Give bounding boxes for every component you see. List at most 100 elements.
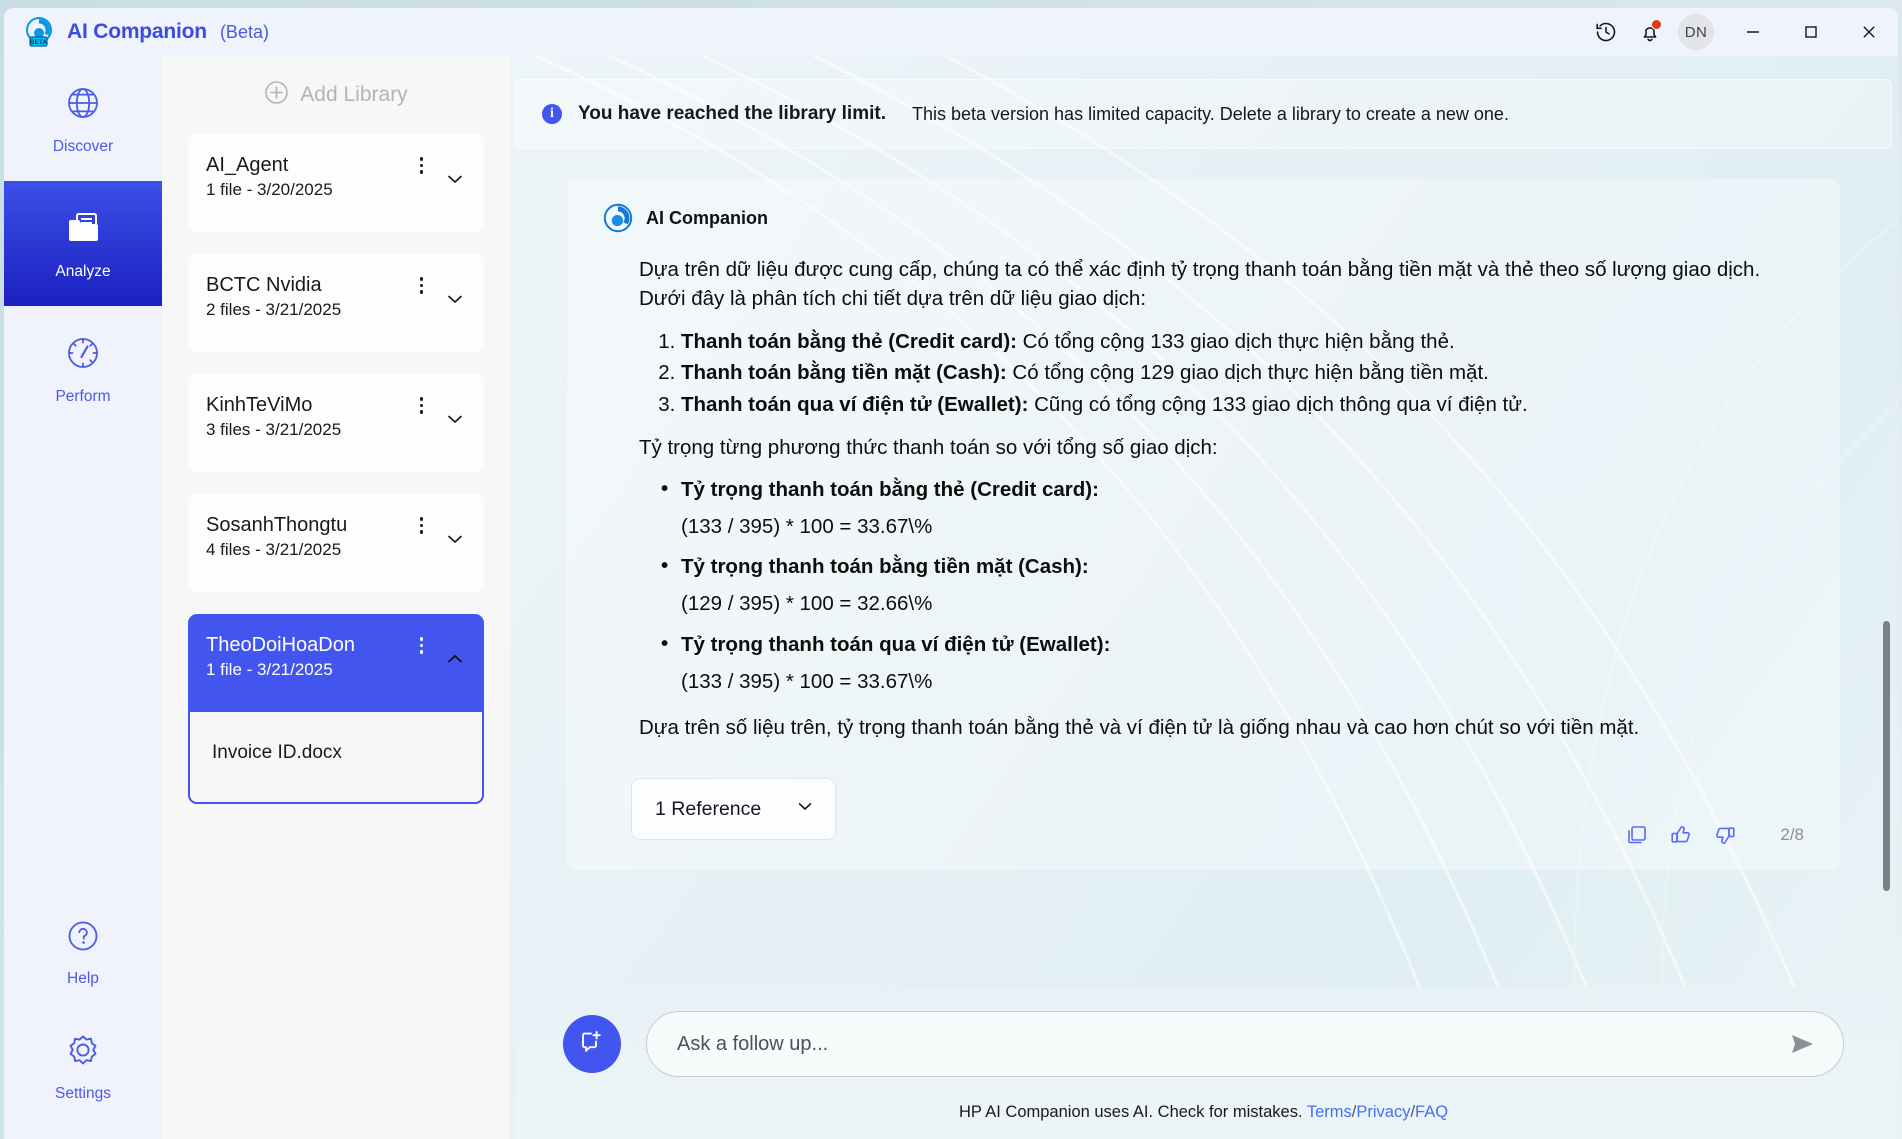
library-name: AI_Agent — [206, 154, 289, 176]
library-options-icon[interactable] — [417, 634, 427, 657]
sidebar-item-label: Analyze — [55, 262, 111, 280]
reference-label: 1 Reference — [655, 797, 762, 820]
sidebar-item-label: Perform — [55, 387, 111, 405]
app-title: AI Companion — [67, 20, 207, 43]
list-item: Thanh toán bằng tiền mặt (Cash): Có tổng… — [681, 357, 1804, 388]
message-page-count: 2/8 — [1780, 825, 1804, 845]
library-options-icon[interactable] — [417, 274, 427, 297]
history-icon[interactable] — [1584, 8, 1628, 56]
window-chrome: BETA AI Companion (Beta) DN Discover Ana… — [4, 8, 1898, 1139]
navigation-rail: Discover Analyze Perform Help Settings — [4, 56, 162, 1139]
faq-link[interactable]: FAQ — [1415, 1103, 1448, 1121]
library-files-list: Invoice ID.docx — [188, 712, 484, 804]
library-name: KinhTeViMo — [206, 394, 313, 416]
library-meta: 3 files - 3/21/2025 — [206, 420, 342, 439]
list-item: Tỷ trọng thanh toán bằng thẻ (Credit car… — [661, 474, 1804, 506]
beta-tag: (Beta) — [219, 21, 269, 42]
message-conclusion: Dựa trên số liệu trên, tỷ trọng thanh to… — [639, 716, 1640, 740]
vertical-scrollbar[interactable] — [1883, 621, 1890, 891]
sidebar-item-settings[interactable]: Settings — [4, 1014, 162, 1139]
library-options-icon[interactable] — [417, 394, 427, 417]
message-author: AI Companion — [646, 207, 768, 228]
list-item: Thanh toán bằng thẻ (Credit card): Có tổ… — [681, 326, 1804, 357]
library-meta: 1 file - 3/21/2025 — [206, 660, 333, 679]
chevron-down-icon[interactable] — [444, 168, 466, 190]
chevron-down-icon — [795, 796, 815, 822]
gauge-icon — [62, 332, 104, 379]
sidebar-item-label: Discover — [52, 137, 114, 155]
follow-up-input-wrapper[interactable] — [646, 1011, 1844, 1077]
list-item[interactable]: Invoice ID.docx — [212, 742, 460, 764]
list-item-rest: Có tổng cộng 129 giao dịch thực hiện bằn… — [1006, 361, 1489, 385]
assistant-message-card: AI Companion Dựa trên dữ liệu được cung … — [567, 179, 1840, 871]
chevron-down-icon[interactable] — [444, 408, 466, 430]
question-circle-icon — [63, 916, 103, 961]
copy-icon[interactable] — [1624, 822, 1650, 848]
send-icon[interactable] — [1787, 1029, 1817, 1059]
formula-ewallet: (133 / 395) * 100 = 33.67\% — [681, 669, 933, 693]
library-meta: 1 file - 3/20/2025 — [206, 180, 333, 199]
chevron-down-icon[interactable] — [444, 528, 466, 550]
list-item-bold: Thanh toán bằng tiền mặt (Cash): — [681, 361, 1007, 385]
sidebar-item-perform[interactable]: Perform — [4, 306, 162, 431]
library-options-icon[interactable] — [417, 154, 427, 177]
library-card-theodoihoadon[interactable]: TheoDoiHoaDon 1 file - 3/21/2025 — [188, 614, 484, 712]
library-card-kinhtevimo[interactable]: KinhTeViMo 3 files - 3/21/2025 — [188, 374, 484, 472]
footer-disclaimer: HP AI Companion uses AI. Check for mista… — [959, 1103, 1448, 1122]
sidebar-item-help[interactable]: Help — [4, 889, 162, 1014]
plus-circle-icon — [264, 80, 289, 111]
reference-dropdown[interactable]: 1 Reference — [631, 778, 836, 841]
terms-link[interactable]: Terms — [1307, 1103, 1352, 1121]
library-meta: 2 files - 3/21/2025 — [206, 300, 342, 319]
main-content: i You have reached the library limit. Th… — [510, 56, 1898, 1139]
chevron-down-icon[interactable] — [444, 288, 466, 310]
formula-credit-card: (133 / 395) * 100 = 33.67\% — [681, 514, 933, 538]
avatar[interactable]: DN — [1678, 14, 1714, 50]
library-options-icon[interactable] — [417, 514, 427, 537]
payment-method-list: Thanh toán bằng thẻ (Credit card): Có tổ… — [639, 326, 1804, 419]
privacy-link[interactable]: Privacy — [1356, 1103, 1410, 1121]
info-icon: i — [542, 104, 562, 124]
list-item: Tỷ trọng thanh toán qua ví điện tử (Ewal… — [661, 629, 1804, 661]
banner-message: This beta version has limited capacity. … — [911, 103, 1509, 124]
composer-row — [515, 1011, 1892, 1077]
banner-title: You have reached the library limit. — [578, 103, 886, 124]
thumbs-up-icon[interactable] — [1668, 822, 1694, 848]
conversation-scroll-area[interactable]: AI Companion Dựa trên dữ liệu được cung … — [515, 166, 1892, 999]
gear-icon — [62, 1029, 104, 1076]
library-name: SosanhThongtu — [206, 514, 348, 536]
list-item-rest: Có tổng cộng 133 giao dịch thực hiện bằn… — [1016, 330, 1455, 354]
disclaimer-text: HP AI Companion uses AI. Check for mista… — [958, 1103, 1303, 1121]
bell-icon[interactable] — [1628, 8, 1672, 56]
new-chat-button[interactable] — [563, 1015, 621, 1073]
library-meta: 4 files - 3/21/2025 — [206, 540, 342, 559]
library-card-ai-agent[interactable]: AI_Agent 1 file - 3/20/2025 — [188, 134, 484, 232]
chevron-up-icon[interactable] — [444, 648, 466, 670]
ratio-list: Tỷ trọng thanh toán bằng thẻ (Credit car… — [639, 474, 1804, 506]
formula-cash: (129 / 395) * 100 = 32.66\% — [681, 592, 933, 616]
close-icon[interactable] — [1840, 8, 1898, 56]
thumbs-down-icon[interactable] — [1712, 822, 1738, 848]
sidebar-item-analyze[interactable]: Analyze — [4, 181, 162, 306]
add-library-button[interactable]: Add Library — [162, 56, 510, 134]
library-card-bctc-nvidia[interactable]: BCTC Nvidia 2 files - 3/21/2025 — [188, 254, 484, 352]
minimize-icon[interactable] — [1724, 8, 1782, 56]
ratio-subheading: Tỷ trọng từng phương thức thanh toán so … — [639, 435, 1218, 459]
sidebar-item-discover[interactable]: Discover — [4, 56, 162, 181]
add-library-label: Add Library — [300, 83, 408, 106]
library-card-sosanhthongtu[interactable]: SosanhThongtu 4 files - 3/21/2025 — [188, 494, 484, 592]
list-item: Thanh toán qua ví điện tử (Ewallet): Cũn… — [681, 389, 1804, 420]
folder-document-icon — [62, 207, 104, 254]
application-window: BETA AI Companion (Beta) DN Discover Ana… — [0, 0, 1902, 1139]
list-item-bold: Thanh toán qua ví điện tử (Ewallet): — [681, 392, 1029, 416]
ai-companion-logo-icon: BETA — [24, 16, 56, 48]
app-brand: BETA AI Companion (Beta) — [4, 16, 269, 48]
message-header: AI Companion — [603, 203, 1804, 233]
message-actions: 2/8 — [1624, 822, 1804, 848]
title-bar-actions: DN — [1584, 8, 1898, 56]
maximize-icon[interactable] — [1782, 8, 1840, 56]
list-item-rest: Cũng có tổng cộng 133 giao dịch thông qu… — [1028, 392, 1528, 416]
list-item: Tỷ trọng thanh toán bằng tiền mặt (Cash)… — [661, 551, 1804, 583]
list-item-bold: Thanh toán bằng thẻ (Credit card): — [681, 330, 1017, 354]
follow-up-input[interactable] — [677, 1032, 1787, 1056]
